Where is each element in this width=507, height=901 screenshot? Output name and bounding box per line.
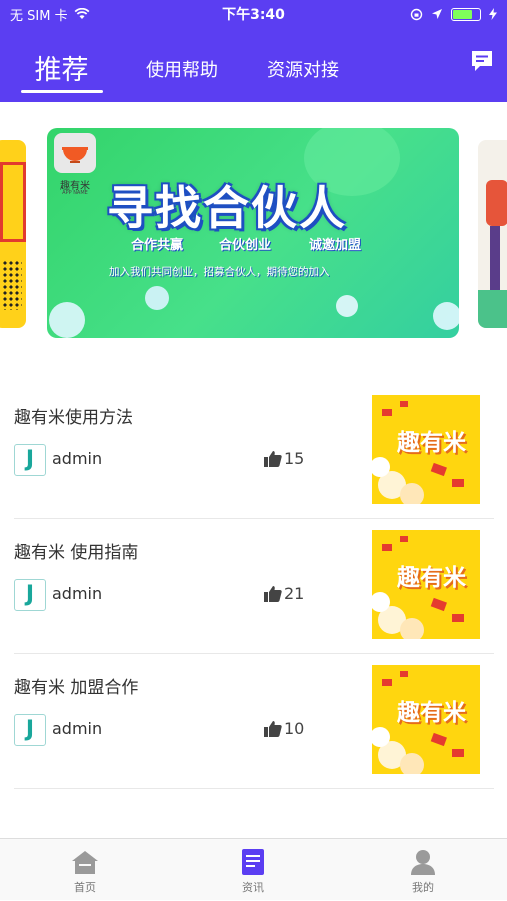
home-icon [72, 851, 98, 874]
tabbar-label-news: 资讯 [242, 881, 264, 894]
tabbar-item-news[interactable]: 资讯 [213, 839, 293, 901]
tabbar-item-profile[interactable]: 我的 [383, 839, 463, 901]
thumbnail-text: 趣有米 [397, 565, 466, 591]
article-thumbnail: 趣有米 [372, 530, 480, 639]
logo-app-subtitle: APP NAME [62, 190, 88, 196]
next-slide-figure-legs [490, 226, 500, 296]
bottom-tab-bar: 首页 资讯 我的 [0, 838, 507, 900]
article-item[interactable]: 趣有米使用方法 J admin 15 趣有米 [14, 384, 494, 519]
news-icon [242, 849, 264, 875]
location-icon [432, 9, 442, 19]
tabbar-item-home[interactable]: 首页 [45, 839, 125, 901]
author-name: admin [52, 719, 103, 738]
battery-fill [453, 9, 472, 19]
prev-slide-dots [2, 260, 22, 310]
banner-carousel[interactable]: 趣有米 APP NAME 寻找合伙人 合作共赢 合伙创业 诚邀加盟 加入我们共同… [0, 102, 507, 360]
like-count-value: 21 [284, 584, 305, 603]
status-right [410, 7, 497, 21]
article-item[interactable]: 趣有米 使用指南 J admin 21 趣有米 [14, 519, 494, 654]
thumbs-up-icon [264, 451, 282, 467]
app-logo [54, 133, 96, 173]
message-icon[interactable] [469, 48, 495, 74]
thumbnail-text: 趣有米 [397, 430, 466, 456]
next-slide-figure [486, 180, 507, 226]
like-count[interactable]: 21 [264, 584, 304, 603]
banner-prev-slide[interactable] [0, 140, 26, 328]
rotation-lock-icon [410, 8, 423, 20]
article-item[interactable]: 趣有米 加盟合作 J admin 10 趣有米 [14, 654, 494, 789]
banner-tag-3: 诚邀加盟 [309, 238, 362, 253]
tabbar-label-profile: 我的 [412, 881, 434, 894]
article-thumbnail: 趣有米 [372, 665, 480, 774]
like-count[interactable]: 15 [264, 449, 304, 468]
banner-partner-recruit[interactable]: 趣有米 APP NAME 寻找合伙人 合作共赢 合伙创业 诚邀加盟 加入我们共同… [47, 128, 459, 338]
profile-icon [411, 850, 435, 875]
tabbar-label-home: 首页 [74, 881, 96, 894]
article-title: 趣有米 使用指南 [14, 543, 139, 563]
thumbs-up-icon [264, 721, 282, 737]
banner-tag-2: 合伙创业 [219, 238, 272, 253]
like-count[interactable]: 10 [264, 719, 304, 738]
tab-usage-help[interactable]: 使用帮助 [146, 56, 218, 82]
tab-recommend[interactable]: 推荐 [20, 48, 103, 87]
banner-title: 寻找合伙人 [107, 181, 347, 235]
thumbs-up-icon [264, 586, 282, 602]
battery-indicator [451, 7, 481, 21]
author-avatar: J [14, 444, 46, 476]
status-bar: 无 SIM 卡 下午3:40 [0, 0, 507, 28]
charging-icon [489, 8, 497, 20]
banner-description: 加入我们共同创业，招募合伙人，期待您的加入 [109, 266, 330, 278]
tab-active-indicator [21, 90, 103, 93]
like-count-value: 10 [284, 719, 305, 738]
like-count-value: 15 [284, 449, 305, 468]
author-avatar: J [14, 579, 46, 611]
article-thumbnail: 趣有米 [372, 395, 480, 504]
bowl-icon [62, 147, 88, 163]
author-avatar: J [14, 714, 46, 746]
tab-resource-match[interactable]: 资源对接 [267, 56, 339, 82]
article-title: 趣有米 加盟合作 [14, 678, 139, 698]
author-name: admin [52, 449, 103, 468]
article-title: 趣有米使用方法 [14, 408, 133, 428]
banner-next-slide[interactable] [478, 140, 507, 328]
author-name: admin [52, 584, 103, 603]
thumbnail-text: 趣有米 [397, 700, 466, 726]
prev-slide-graphic [0, 162, 26, 242]
top-nav: 推荐 使用帮助 资源对接 [0, 28, 507, 102]
next-slide-ground [478, 290, 507, 328]
banner-tag-1: 合作共赢 [131, 238, 184, 253]
